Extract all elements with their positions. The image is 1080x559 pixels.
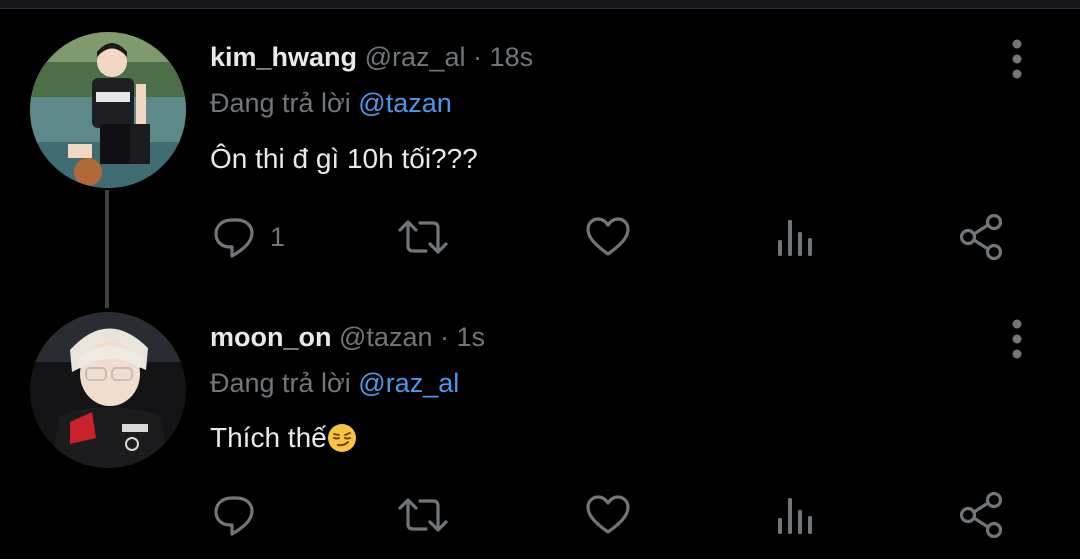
avatar[interactable] [30, 32, 186, 188]
retweet-button[interactable] [396, 212, 450, 262]
views-button[interactable] [772, 212, 818, 262]
timestamp[interactable]: 18s [490, 42, 534, 72]
avatar-image [30, 32, 186, 188]
like-button[interactable] [584, 212, 632, 262]
more-options-button[interactable] [1000, 38, 1034, 82]
like-icon [586, 495, 630, 534]
like-button[interactable] [584, 490, 632, 540]
display-name[interactable]: moon_on [210, 322, 332, 352]
action-bar: 1 [0, 212, 1080, 262]
share-icon [959, 214, 1003, 260]
tweet-header: kim_hwang @raz_al · 18s [210, 42, 533, 73]
reply-icon [214, 218, 254, 258]
share-button[interactable] [958, 212, 1006, 262]
more-options-icon [1012, 39, 1022, 79]
tweet-body: Thích thế [210, 422, 327, 453]
mention-link[interactable]: @tazan [358, 88, 451, 118]
tweet-header: moon_on @tazan · 1s [210, 322, 485, 353]
tweet[interactable]: kim_hwang @raz_al · 18s Đang trả lời @ta… [0, 0, 1080, 308]
retweet-icon [398, 498, 448, 532]
views-icon [778, 498, 812, 534]
share-icon [959, 492, 1003, 538]
tweet-text: Ôn thi đ gì 10h tối??? [210, 143, 478, 175]
more-options-icon [1012, 319, 1022, 359]
reply-button[interactable]: 1 [212, 212, 285, 262]
replying-to: Đang trả lời @raz_al [210, 368, 459, 399]
reply-count: 1 [270, 221, 286, 252]
share-button[interactable] [958, 490, 1006, 540]
replying-to-label: Đang trả lời [210, 368, 351, 398]
more-options-button[interactable] [1000, 318, 1034, 362]
reply-button[interactable] [212, 490, 270, 540]
separator-dot: · [440, 322, 449, 352]
smirking-face-icon [327, 424, 356, 452]
views-button[interactable] [772, 490, 818, 540]
retweet-icon [398, 220, 448, 254]
action-bar [0, 490, 1080, 540]
retweet-button[interactable] [396, 490, 450, 540]
avatar-image [30, 312, 186, 468]
separator-dot: · [473, 42, 483, 72]
replying-to-label: Đang trả lời [210, 88, 351, 118]
tweet[interactable]: moon_on @tazan · 1s Đang trả lời @raz_al… [0, 290, 1080, 559]
user-handle[interactable]: @raz_al [365, 42, 466, 72]
like-icon [586, 217, 630, 256]
tweet-body: Ôn thi đ gì 10h tối??? [210, 143, 478, 174]
tweet-text: Thích thế [210, 422, 357, 454]
timestamp[interactable]: 1s [457, 322, 486, 352]
mention-link[interactable]: @raz_al [358, 368, 459, 398]
views-icon [778, 220, 812, 256]
replying-to: Đang trả lời @tazan [210, 88, 452, 119]
user-handle[interactable]: @tazan [339, 322, 432, 352]
display-name[interactable]: kim_hwang [210, 42, 357, 72]
reply-icon [214, 496, 254, 536]
avatar[interactable] [30, 312, 186, 468]
